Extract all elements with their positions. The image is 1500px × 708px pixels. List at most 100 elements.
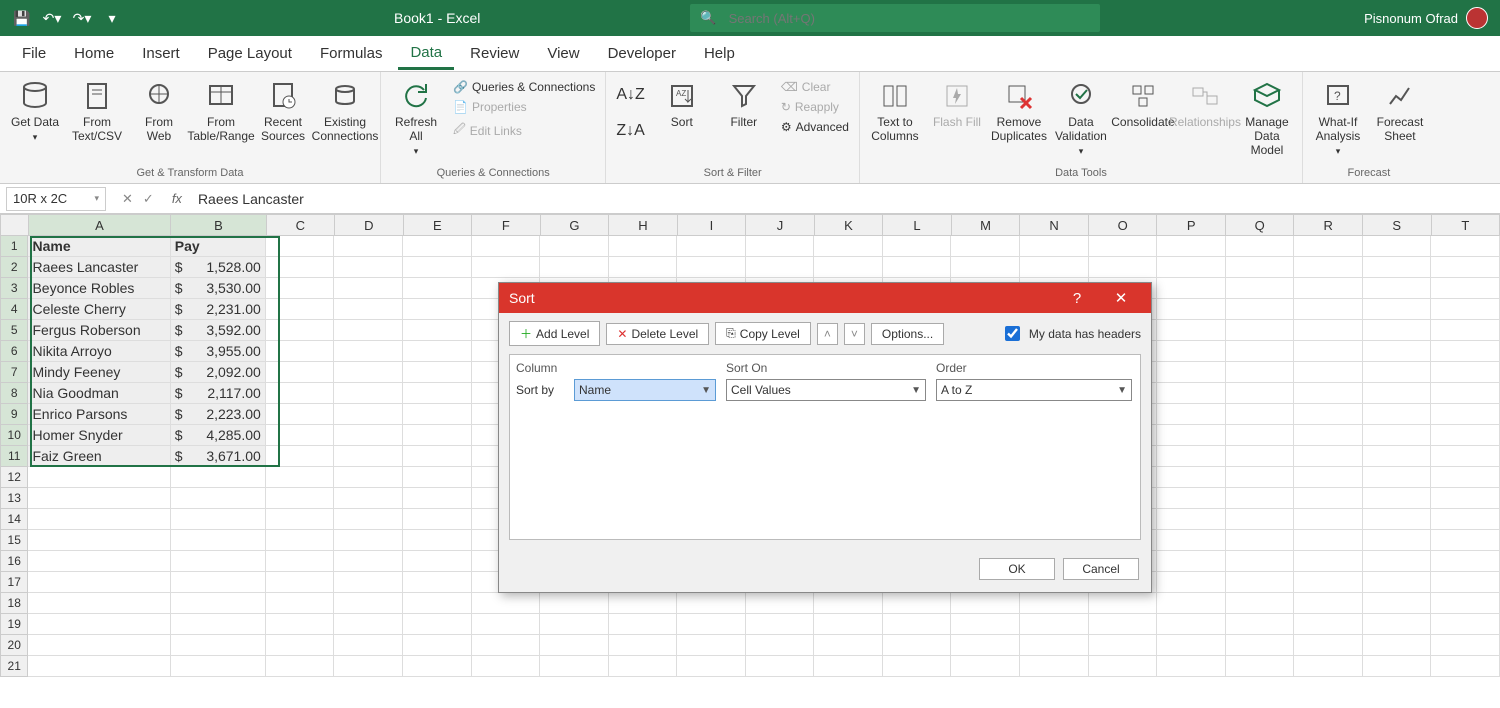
tab-developer[interactable]: Developer [596, 39, 688, 68]
properties-button[interactable]: 📄Properties [449, 98, 599, 116]
order-dropdown[interactable]: A to Z▼ [936, 379, 1132, 401]
save-icon[interactable]: 💾 [10, 6, 34, 30]
dialog-titlebar[interactable]: Sort ? ✕ [499, 283, 1151, 313]
cell[interactable] [1294, 593, 1363, 614]
row-header[interactable]: 9 [0, 404, 28, 425]
cell[interactable]: $2,092.00 [171, 362, 266, 383]
cell[interactable] [266, 299, 335, 320]
cell[interactable] [1226, 488, 1295, 509]
avatar[interactable] [1466, 7, 1488, 29]
cell[interactable] [403, 593, 472, 614]
cell[interactable] [403, 551, 472, 572]
options-button[interactable]: Options... [871, 323, 944, 345]
cell[interactable] [403, 446, 472, 467]
sort-desc-button[interactable]: Z↓A [612, 120, 648, 142]
cell[interactable] [609, 635, 678, 656]
cell[interactable] [28, 635, 170, 656]
cell[interactable] [1294, 530, 1363, 551]
cell[interactable]: $3,530.00 [171, 278, 266, 299]
cell[interactable] [1226, 299, 1295, 320]
cell[interactable] [1363, 278, 1432, 299]
cell[interactable] [403, 509, 472, 530]
cell[interactable] [1363, 425, 1432, 446]
cell[interactable] [1363, 530, 1432, 551]
cell[interactable] [883, 635, 952, 656]
row-header[interactable]: 21 [0, 656, 28, 677]
row-header[interactable]: 1 [0, 236, 28, 257]
cell[interactable] [883, 257, 952, 278]
cell[interactable] [334, 488, 403, 509]
cell[interactable] [1226, 635, 1295, 656]
column-header[interactable]: M [952, 214, 1021, 236]
search-box[interactable]: 🔍 [690, 4, 1100, 32]
cell[interactable] [1363, 509, 1432, 530]
cell[interactable] [814, 236, 883, 257]
cell[interactable] [1226, 320, 1295, 341]
edit-links-button[interactable]: 🖉Edit Links [449, 118, 599, 143]
enter-formula-icon[interactable]: ✓ [143, 191, 154, 207]
cell[interactable] [334, 467, 403, 488]
cell[interactable] [266, 572, 335, 593]
cell[interactable]: Name [28, 236, 170, 257]
cell[interactable] [171, 467, 266, 488]
cell[interactable] [334, 425, 403, 446]
cell[interactable] [403, 488, 472, 509]
cell[interactable] [1363, 488, 1432, 509]
cell[interactable] [1363, 656, 1432, 677]
tab-page-layout[interactable]: Page Layout [196, 39, 304, 68]
column-header[interactable]: Q [1226, 214, 1295, 236]
row-header[interactable]: 20 [0, 635, 28, 656]
cell[interactable] [1294, 425, 1363, 446]
cancel-formula-icon[interactable]: ✕ [122, 191, 133, 207]
cell[interactable] [334, 299, 403, 320]
queries-connections-button[interactable]: 🔗Queries & Connections [449, 78, 599, 96]
cell[interactable]: Pay [171, 236, 266, 257]
search-input[interactable] [727, 10, 1091, 27]
cell[interactable] [1431, 488, 1500, 509]
cell[interactable]: $3,955.00 [171, 341, 266, 362]
cell[interactable] [609, 236, 678, 257]
cell[interactable] [472, 593, 541, 614]
cell[interactable] [266, 509, 335, 530]
qat-customize-icon[interactable]: ▾ [100, 6, 124, 30]
formula-input[interactable]: Raees Lancaster [190, 191, 1500, 207]
cell[interactable] [171, 614, 266, 635]
cell[interactable] [1226, 278, 1295, 299]
cell[interactable] [1294, 362, 1363, 383]
cell[interactable] [266, 341, 335, 362]
cell[interactable] [1363, 467, 1432, 488]
data-validation-button[interactable]: Data Validation▾ [1052, 78, 1110, 158]
cell[interactable] [1363, 593, 1432, 614]
cell[interactable] [266, 635, 335, 656]
cell[interactable] [746, 593, 815, 614]
cell[interactable] [403, 299, 472, 320]
cell[interactable] [1431, 656, 1500, 677]
row-header[interactable]: 11 [0, 446, 28, 467]
column-header[interactable]: F [472, 214, 541, 236]
row-header[interactable]: 6 [0, 341, 28, 362]
cell[interactable] [1089, 593, 1158, 614]
cell[interactable] [28, 488, 170, 509]
from-table-range-button[interactable]: From Table/Range [192, 78, 250, 146]
cell[interactable] [1157, 320, 1226, 341]
cell[interactable] [334, 278, 403, 299]
cell[interactable] [1157, 530, 1226, 551]
cell[interactable] [1431, 614, 1500, 635]
undo-icon[interactable]: ↶▾ [40, 6, 64, 30]
column-header[interactable]: B [171, 214, 266, 236]
cell[interactable] [28, 656, 170, 677]
cell[interactable] [609, 614, 678, 635]
what-if-analysis-button[interactable]: ?What-If Analysis▾ [1309, 78, 1367, 158]
cell[interactable] [1294, 488, 1363, 509]
cell[interactable] [266, 257, 335, 278]
cell[interactable] [951, 656, 1020, 677]
cell[interactable] [677, 614, 746, 635]
relationships-button[interactable]: Relationships [1176, 78, 1234, 132]
cell[interactable] [1157, 509, 1226, 530]
cell[interactable] [1226, 257, 1295, 278]
cell[interactable] [1157, 236, 1226, 257]
add-level-button[interactable]: ＋Add Level [509, 321, 600, 346]
cell[interactable] [1089, 614, 1158, 635]
tab-help[interactable]: Help [692, 39, 747, 68]
cell[interactable] [403, 383, 472, 404]
